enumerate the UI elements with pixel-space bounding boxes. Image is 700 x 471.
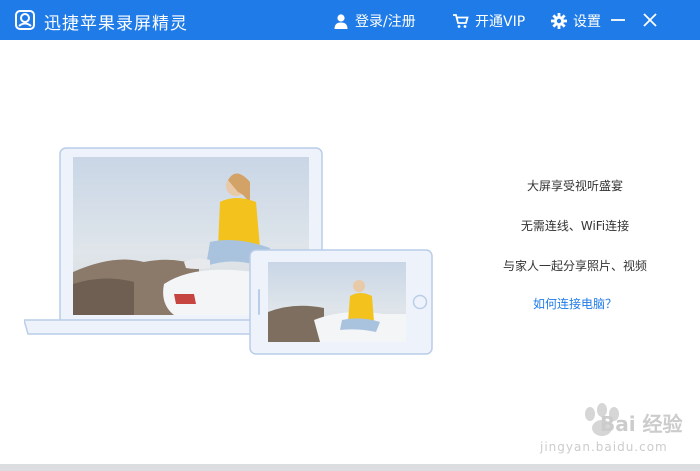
- phone-graphic: [249, 249, 433, 355]
- laptop-phone-illustration: [24, 147, 433, 355]
- open-vip-label: 开通VIP: [475, 14, 526, 30]
- watermark-brand: Bai 经验: [600, 412, 683, 436]
- title-bar: 迅捷苹果录屏精灵 登录/注册 开通VIP 设置: [0, 0, 700, 40]
- login-register-label: 登录/注册: [355, 14, 416, 30]
- settings-label: 设置: [573, 14, 601, 30]
- how-to-connect-link[interactable]: 如何连接电脑？: [470, 295, 680, 312]
- bottom-border: [0, 464, 700, 471]
- settings-button[interactable]: 设置: [551, 11, 601, 31]
- open-vip-button[interactable]: 开通VIP: [452, 11, 525, 31]
- gear-icon: [551, 13, 567, 29]
- app-title: 迅捷苹果录屏精灵: [44, 14, 188, 34]
- login-register-button[interactable]: 登录/注册: [333, 11, 416, 31]
- feature-item: 与家人一起分享照片、视频: [502, 259, 647, 273]
- close-icon[interactable]: [638, 8, 662, 32]
- feature-item: 无需连线、WiFi连接: [520, 219, 630, 233]
- app-logo-icon: [15, 10, 35, 30]
- minimize-icon[interactable]: [606, 8, 630, 32]
- cart-icon: [453, 14, 469, 28]
- user-icon: [334, 14, 348, 29]
- feature-item: 大屏享受视听盛宴: [526, 179, 623, 193]
- watermark-url: jingyan.baidu.com: [540, 440, 668, 454]
